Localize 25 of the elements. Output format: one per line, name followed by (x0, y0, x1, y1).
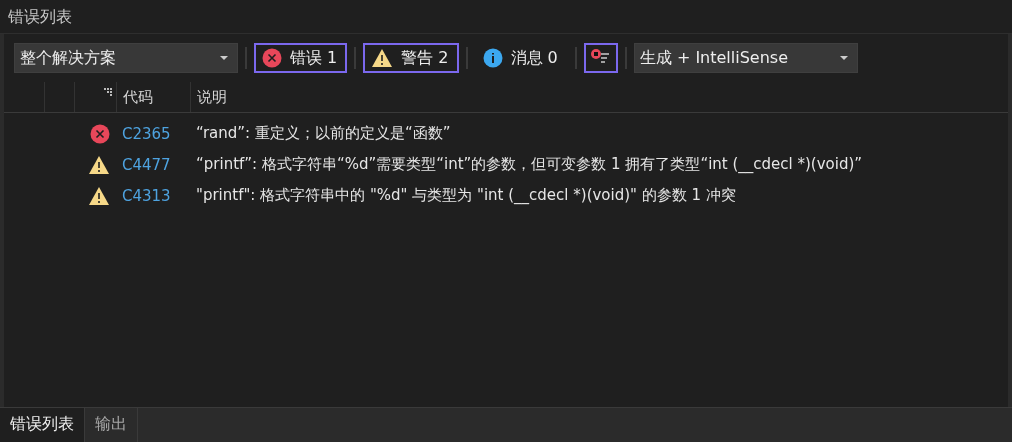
bottom-tab[interactable]: 错误列表 (0, 408, 85, 442)
filter-button[interactable]: 错误 1 (254, 43, 348, 73)
column-header[interactable]: 说明 (197, 87, 227, 107)
sort-icon[interactable] (104, 88, 112, 96)
description-text: “rand”: 重定义；以前的定义是“函数” (196, 124, 451, 142)
error-icon (90, 123, 110, 144)
scope-dropdown[interactable]: 整个解决方案 (14, 43, 238, 73)
filter-button[interactable]: 消息 0 (474, 43, 568, 73)
filter-toggle-button[interactable] (583, 43, 618, 73)
error-icon (262, 48, 282, 68)
info-icon (482, 48, 503, 68)
warning-icon (88, 185, 110, 206)
error-code-link[interactable]: C2365 (122, 124, 171, 143)
description-text: “printf”: 格式字符串“%d”需要类型“int”的参数，但可变参数 1 拥有了类型“int (__cdecl *)(void)” (196, 155, 863, 173)
description-text: "printf": 格式字符串中的 "%d" 与类型为 "int (__cdecl *)(void)" 的参数 1 冲突 (196, 186, 736, 204)
caret-icon (219, 55, 229, 61)
warning-icon (88, 154, 110, 175)
column-header[interactable]: 代码 (123, 87, 153, 107)
bottom-tab[interactable]: 输出 (85, 408, 138, 442)
caret-icon (838, 55, 849, 61)
error-code-link[interactable]: C4313 (122, 186, 171, 205)
filter-button[interactable]: 警告 2 (363, 43, 459, 73)
source-dropdown[interactable]: 生成 + IntelliSense (633, 43, 858, 73)
error-code-link[interactable]: C4477 (122, 155, 171, 174)
warning-icon (371, 48, 394, 68)
